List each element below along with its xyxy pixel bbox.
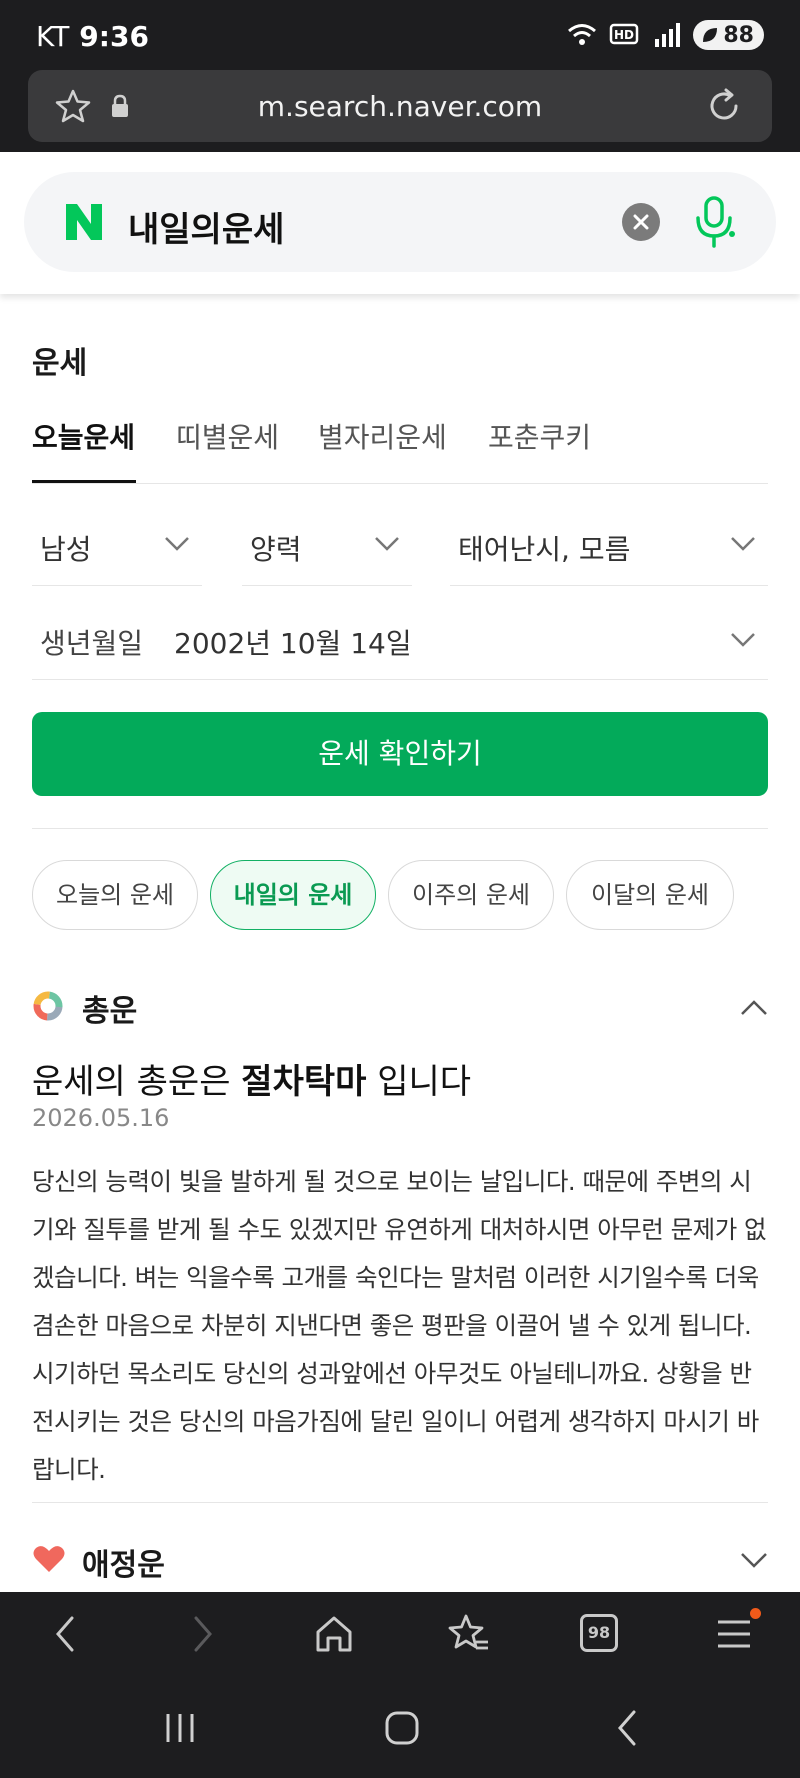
chevron-down-icon: [731, 633, 755, 647]
overall-fortune-title: 총운: [82, 994, 138, 1029]
chevron-down-icon: [731, 537, 755, 551]
clear-search-button[interactable]: [622, 203, 660, 241]
headline-suffix: 입니다: [366, 1062, 472, 1102]
chevron-down-icon: [165, 537, 189, 551]
tab-zodiac-animal-fortune[interactable]: 띠별운세: [176, 416, 279, 456]
wifi-icon: [568, 24, 597, 45]
birth-date-value: 2002년 10월 14일: [174, 627, 412, 660]
svg-text:HD: HD: [614, 28, 634, 42]
bookmarks-icon[interactable]: [446, 1612, 490, 1656]
period-this-week-button[interactable]: 이주의 운세: [388, 860, 554, 930]
period-tomorrow-button[interactable]: 내일의 운세: [210, 860, 376, 930]
birth-date-select[interactable]: 생년월일 2002년 10월 14일: [32, 604, 768, 680]
search-header: 내일의운세: [0, 152, 800, 294]
browser-url-area: m.search.naver.com: [0, 70, 800, 152]
tab-today-fortune[interactable]: 오늘운세: [32, 416, 135, 456]
tabs-count-button[interactable]: 98: [580, 1614, 618, 1652]
forward-icon[interactable]: [180, 1612, 224, 1656]
home-icon[interactable]: [312, 1612, 356, 1656]
check-fortune-button[interactable]: 운세 확인하기: [32, 712, 768, 796]
leaf-icon: [703, 28, 718, 42]
browser-toolbar: 98: [0, 1592, 800, 1678]
love-fortune-title: 애정운: [82, 1548, 165, 1583]
period-today-button[interactable]: 오늘의 운세: [32, 860, 198, 930]
overall-fortune-ring-icon: [33, 991, 63, 1021]
status-left: KT 9:36: [36, 20, 149, 53]
fortune-date: 2026.05.16: [32, 1104, 170, 1132]
close-icon: [633, 214, 649, 230]
status-bar: KT 9:36 HD 88: [0, 0, 800, 70]
section-title: 운세: [32, 346, 88, 381]
fortune-tabs: 오늘운세 띠별운세 별자리운세 포춘쿠키: [32, 412, 768, 484]
search-input[interactable]: 내일의운세: [128, 202, 284, 251]
menu-icon[interactable]: [712, 1612, 756, 1656]
carrier-name: KT: [36, 20, 70, 53]
naver-logo-icon[interactable]: [62, 200, 106, 244]
back-icon[interactable]: [44, 1612, 88, 1656]
fortune-headline: 운세의 총운은 절차탁마 입니다: [32, 1054, 471, 1103]
search-box[interactable]: 내일의운세: [24, 172, 776, 272]
hd-voice-icon: HD: [610, 23, 639, 45]
url-bar[interactable]: m.search.naver.com: [28, 70, 772, 142]
status-time: 9:36: [79, 20, 149, 53]
chevron-down-icon[interactable]: [740, 1552, 768, 1570]
period-this-month-button[interactable]: 이달의 운세: [566, 860, 734, 930]
system-navigation-bar: [0, 1678, 800, 1778]
divider: [32, 828, 768, 829]
love-fortune-header[interactable]: 애정운: [32, 1538, 768, 1583]
divider: [32, 1502, 768, 1503]
voice-search-mic-icon[interactable]: [692, 194, 736, 250]
tab-fortune-cookie[interactable]: 포춘쿠키: [488, 416, 591, 456]
fortune-body-text: 당신의 능력이 빛을 발하게 될 것으로 보이는 날입니다. 때문에 주변의 시…: [32, 1167, 767, 1484]
home-button-icon[interactable]: [382, 1708, 422, 1748]
tab-constellation-fortune[interactable]: 별자리운세: [318, 416, 447, 456]
active-tab-indicator: [32, 480, 136, 483]
gender-select[interactable]: 남성: [32, 508, 202, 586]
signal-icon: [655, 23, 681, 47]
calendar-value: 양력: [250, 533, 302, 566]
heart-icon: [33, 1546, 65, 1572]
status-icons: HD 88: [567, 20, 764, 50]
headline-prefix: 운세의 총운은: [32, 1062, 242, 1102]
headline-keyword: 절차탁마: [241, 1062, 367, 1102]
birth-time-select[interactable]: 태어난시, 모름: [450, 508, 768, 586]
birth-date-label: 생년월일: [40, 627, 144, 660]
birth-time-value: 태어난시, 모름: [458, 533, 631, 566]
recent-apps-icon[interactable]: [160, 1708, 200, 1748]
notification-dot: [750, 1608, 761, 1619]
battery-level: 88: [723, 22, 754, 48]
chevron-down-icon: [375, 537, 399, 551]
system-back-icon[interactable]: [608, 1708, 648, 1748]
overall-fortune-header[interactable]: 총운: [32, 984, 768, 1029]
battery-indicator: 88: [693, 20, 764, 50]
chevron-up-icon[interactable]: [740, 998, 768, 1016]
reload-icon[interactable]: [704, 86, 744, 126]
gender-value: 남성: [40, 533, 92, 566]
calendar-select[interactable]: 양력: [242, 508, 412, 586]
url-text[interactable]: m.search.naver.com: [28, 90, 772, 123]
